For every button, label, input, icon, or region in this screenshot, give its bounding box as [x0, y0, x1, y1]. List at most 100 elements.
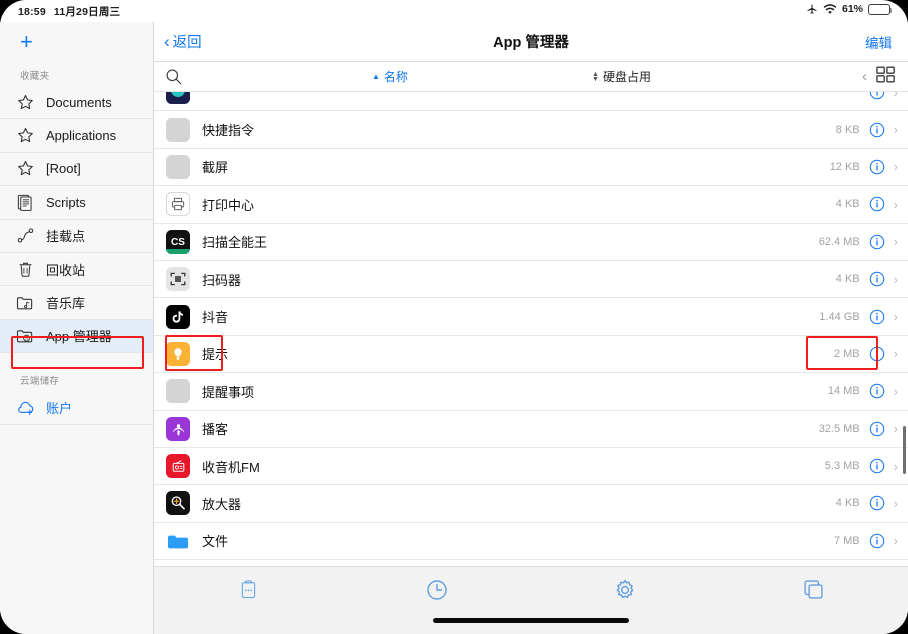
table-row[interactable]: › — [154, 92, 908, 112]
camscanner-icon: CS — [166, 229, 190, 254]
info-circle-icon[interactable] — [869, 234, 885, 250]
info-circle-icon[interactable] — [869, 383, 885, 399]
app-name: 扫描全能王 — [202, 235, 268, 251]
table-row[interactable]: 扫码器 4 KB › — [154, 261, 908, 299]
sort-by-name-button[interactable]: ▲ 名称 — [372, 68, 408, 85]
vertical-scrollbar[interactable] — [903, 426, 906, 474]
info-circle-icon[interactable] — [869, 309, 885, 325]
info-circle-icon[interactable] — [869, 458, 885, 474]
sidebar-item-scripts[interactable]: Scripts — [0, 186, 153, 220]
gear-icon — [613, 578, 637, 602]
info-circle-icon[interactable] — [869, 122, 885, 138]
search-icon[interactable] — [164, 67, 183, 91]
table-row[interactable]: 截屏 12 KB › — [154, 149, 908, 187]
table-row[interactable]: › — [154, 560, 908, 565]
sidebar-item-trash[interactable]: 回收站 — [0, 253, 153, 287]
row-trailing: 7 MB › — [834, 533, 898, 549]
sidebar-item-label: 账户 — [46, 400, 73, 416]
status-bar-right: 61% ⚡ — [806, 3, 892, 15]
podcasts-icon — [166, 416, 190, 441]
table-row[interactable]: 放大器 4 KB › — [154, 485, 908, 523]
sort-name-label: 名称 — [383, 70, 408, 84]
sidebar-section-favorites-title: 收藏夹 — [20, 71, 50, 82]
sidebar-item-documents[interactable]: Documents — [0, 86, 153, 120]
plus-icon: + — [20, 29, 33, 54]
sort-bar-right: ‹ — [862, 66, 896, 88]
sidebar-item-music-library[interactable]: 音乐库 — [0, 286, 153, 320]
sidebar-item-label: 挂载点 — [46, 229, 86, 245]
mountpoint-icon — [14, 225, 36, 247]
sidebar-item-account[interactable]: 账户 — [0, 391, 153, 425]
add-button[interactable]: + — [0, 22, 153, 62]
row-trailing: 8 KB › — [836, 122, 898, 138]
info-circle-icon[interactable] — [869, 271, 885, 287]
star-icon — [14, 158, 36, 180]
chevron-right-icon: › — [893, 533, 898, 549]
qr-scanner-icon — [166, 267, 190, 292]
info-circle-icon[interactable] — [869, 495, 885, 511]
grid-view-icon[interactable] — [876, 66, 896, 88]
sidebar-item-mountpoints[interactable]: 挂载点 — [0, 220, 153, 253]
cloud-plus-icon — [14, 396, 36, 418]
tips-icon — [166, 341, 190, 366]
chevron-right-icon: › — [893, 122, 898, 138]
info-circle-icon[interactable] — [869, 533, 885, 549]
app-name: 文件 — [202, 534, 229, 550]
info-circle-icon[interactable] — [869, 159, 885, 175]
radio-icon — [166, 454, 190, 479]
info-circle-icon[interactable] — [869, 196, 885, 212]
table-row[interactable]: 抖音 1.44 GB › — [154, 298, 908, 336]
app-name: 播客 — [202, 422, 229, 438]
sidebar-item-app-manager[interactable]: A App 管理器 — [0, 319, 153, 354]
chevron-left-icon[interactable]: ‹ — [862, 69, 867, 84]
table-row[interactable]: 打印中心 4 KB › — [154, 186, 908, 224]
app-name: 快捷指令 — [202, 123, 255, 139]
back-button[interactable]: ‹ 返回 — [164, 31, 202, 52]
info-circle-icon[interactable] — [869, 346, 885, 362]
tab-clipboard[interactable] — [154, 578, 343, 601]
row-trailing: › — [860, 92, 898, 100]
info-circle-icon[interactable] — [869, 421, 885, 437]
table-row[interactable]: CS 扫描全能王 62.4 MB › — [154, 224, 908, 261]
table-row-tips[interactable]: 提示 2 MB › — [154, 336, 908, 374]
table-row[interactable]: 文件 7 MB › — [154, 523, 908, 561]
svg-text:CS: CS — [171, 237, 185, 248]
tab-settings[interactable] — [531, 578, 720, 602]
printer-icon — [166, 192, 190, 217]
page-title: App 管理器 — [493, 35, 569, 51]
app-size: 2 MB — [833, 347, 860, 360]
row-trailing: 62.4 MB › — [819, 234, 898, 250]
sidebar-item-applications[interactable]: Applications — [0, 119, 153, 153]
row-trailing: 4 KB › — [836, 196, 898, 212]
status-bar: 18:59 11月29日周三 61% ⚡ — [0, 0, 908, 22]
chevron-right-icon: › — [893, 458, 898, 474]
table-row[interactable]: 提醒事项 14 MB › — [154, 373, 908, 411]
battery-icon: ⚡ — [868, 3, 892, 15]
app-name: 扫码器 — [202, 272, 242, 288]
sidebar-item-label: App 管理器 — [46, 329, 112, 345]
app-list[interactable]: › 快捷指令 8 KB › 截屏 12 KB › 打印中心 4 KB › CS … — [154, 92, 908, 565]
app-size: 7 MB — [833, 534, 860, 547]
app-name: 打印中心 — [202, 197, 255, 213]
sidebar-item-label: 回收站 — [46, 262, 86, 278]
chevron-right-icon: › — [893, 271, 898, 287]
table-row[interactable]: 收音机FM 5.3 MB › — [154, 448, 908, 486]
star-icon — [14, 91, 36, 113]
info-circle-icon[interactable] — [869, 92, 885, 100]
sort-updown-icon: ▲ ▼ — [592, 70, 599, 83]
tab-windows[interactable] — [720, 578, 908, 601]
app-size: 5.3 MB — [824, 460, 860, 473]
row-trailing: 5.3 MB › — [825, 458, 898, 474]
table-row[interactable]: 快捷指令 8 KB › — [154, 111, 908, 149]
sort-by-size-button[interactable]: ▲ ▼ 硬盘占用 — [592, 68, 651, 85]
tab-recents[interactable] — [343, 578, 532, 602]
script-icon — [14, 191, 36, 213]
row-trailing: 1.44 GB › — [819, 309, 898, 325]
trash-icon — [14, 258, 36, 280]
table-row[interactable]: 播客 32.5 MB › — [154, 411, 908, 448]
sidebar-item-root[interactable]: [Root] — [0, 153, 153, 187]
sidebar: + 收藏夹 Documents Applications [Root] Scri… — [0, 22, 154, 634]
edit-button[interactable]: 编辑 — [865, 32, 892, 52]
sidebar-item-label: Documents — [46, 94, 112, 110]
sort-bar: ▲ 名称 ▲ ▼ 硬盘占用 ‹ — [154, 62, 908, 92]
